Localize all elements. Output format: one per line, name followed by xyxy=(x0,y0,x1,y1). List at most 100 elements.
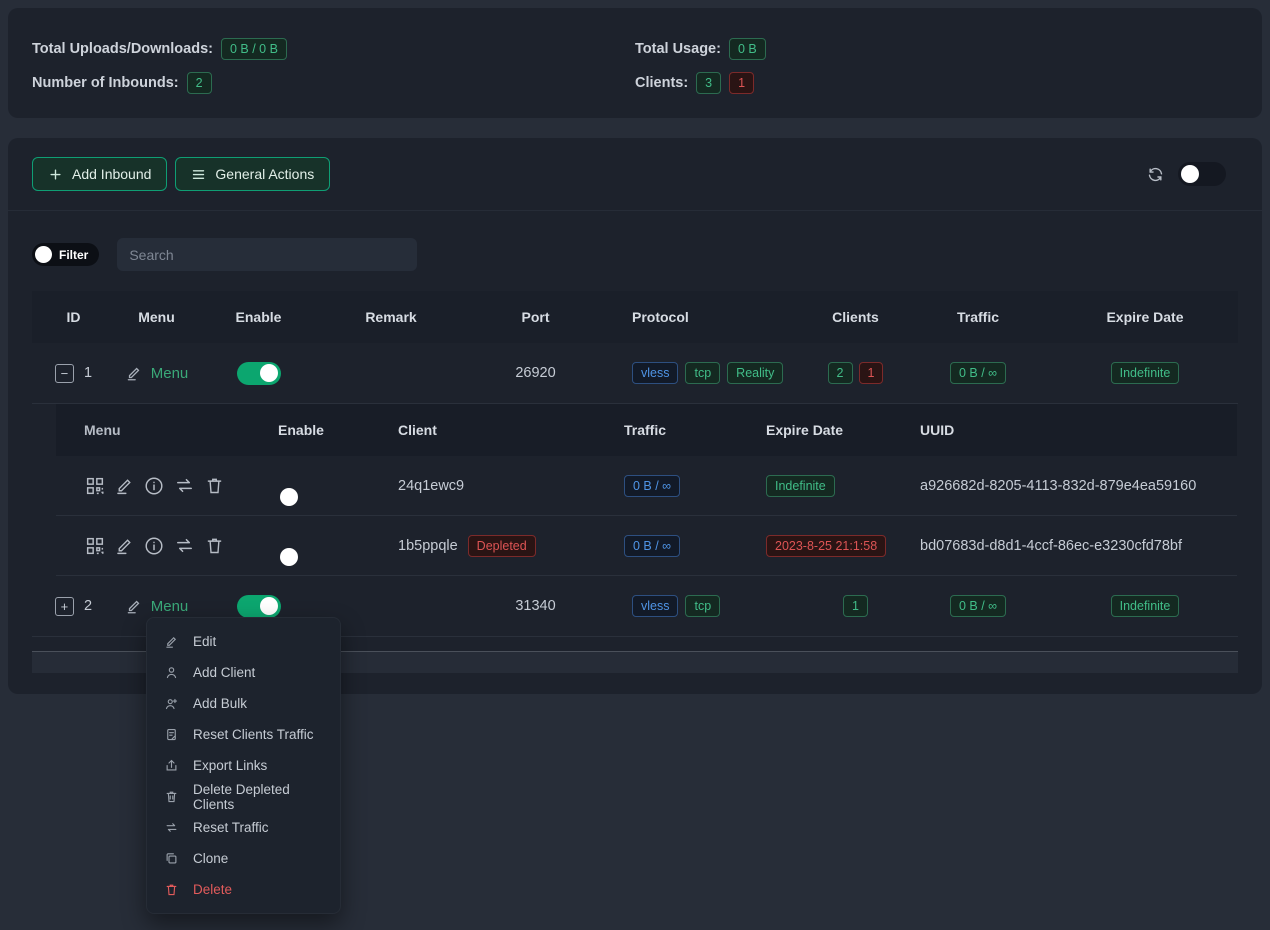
refresh-icon[interactable] xyxy=(1147,166,1164,183)
protocol-badge: vless xyxy=(632,595,678,617)
general-actions-label: General Actions xyxy=(215,166,314,182)
inbound-id: 2 xyxy=(84,598,92,614)
stats-card: Total Uploads/Downloads: 0 B / 0 B Total… xyxy=(8,8,1262,118)
edit-icon[interactable] xyxy=(114,535,135,556)
client-uuid: a926682d-8205-4113-832d-879e4ea59160 xyxy=(916,478,1237,494)
inbound-enable-toggle[interactable] xyxy=(237,362,281,385)
stat-value-badge: 0 B xyxy=(729,38,766,60)
header-enable: Enable xyxy=(236,309,282,325)
qr-code-icon[interactable] xyxy=(84,535,106,557)
stat-label: Total Uploads/Downloads: xyxy=(32,41,213,57)
menu-item-reset-traffic[interactable]: Reset Traffic xyxy=(147,812,340,843)
clone-icon xyxy=(164,851,179,866)
clients-header-row: Menu Enable Client Traffic Expire Date U… xyxy=(56,404,1237,456)
info-icon[interactable] xyxy=(143,535,165,557)
header-port: Port xyxy=(522,309,550,325)
dark-mode-toggle[interactable] xyxy=(1178,162,1226,186)
client-expire-badge: Indefinite xyxy=(766,475,835,497)
header-id: ID xyxy=(67,309,81,325)
clients-depleted-badge: 1 xyxy=(859,362,884,384)
delete-client-icon[interactable] xyxy=(204,535,225,556)
filter-toggle[interactable]: Filter xyxy=(32,243,99,266)
pencil-icon xyxy=(125,364,143,382)
client-row-2: 1b5ppqle Depleted 0 B / ∞ 2023-8-25 21:1… xyxy=(56,516,1237,576)
stat-clients: Clients: 3 1 xyxy=(635,72,1238,94)
stat-label: Total Usage: xyxy=(635,41,721,57)
menu-item-label: Edit xyxy=(193,634,216,649)
toggle-knob xyxy=(280,488,298,506)
table-header-row: ID Menu Enable Remark Port Protocol Clie… xyxy=(32,291,1238,343)
menu-item-clone[interactable]: Clone xyxy=(147,843,340,874)
protocol-badge: tcp xyxy=(685,362,720,384)
client-row-1: 24q1ewc9 0 B / ∞ Indefinite a926682d-820… xyxy=(56,456,1237,516)
menu-item-label: Export Links xyxy=(193,758,267,773)
search-input[interactable] xyxy=(117,238,417,271)
menu-item-delete-depleted-clients[interactable]: Delete Depleted Clients xyxy=(147,781,340,812)
pencil-icon xyxy=(125,597,143,615)
filter-knob xyxy=(35,246,52,263)
client-uuid: bd07683d-d8d1-4ccf-86ec-e3230cfd78bf xyxy=(916,538,1237,554)
menu-item-delete[interactable]: Delete xyxy=(147,874,340,905)
add-inbound-button[interactable]: Add Inbound xyxy=(32,157,167,191)
edit-icon xyxy=(164,634,179,649)
clients-active-badge: 1 xyxy=(843,595,868,617)
client-name: 1b5ppqle xyxy=(398,538,458,554)
stat-total-uploads-downloads: Total Uploads/Downloads: 0 B / 0 B xyxy=(32,38,635,60)
stat-total-usage: Total Usage: 0 B xyxy=(635,38,1238,60)
user-add-icon xyxy=(164,696,179,711)
client-header-traffic: Traffic xyxy=(586,422,746,438)
toggle-knob xyxy=(260,597,278,615)
header-protocol: Protocol xyxy=(608,309,689,325)
user-icon xyxy=(164,665,179,680)
clients-active-badge: 3 xyxy=(696,72,721,94)
protocol-badge: Reality xyxy=(727,362,783,384)
edit-icon[interactable] xyxy=(114,475,135,496)
menu-item-label: Reset Clients Traffic xyxy=(193,727,314,742)
traffic-badge: 0 B / ∞ xyxy=(950,362,1006,384)
inbound-port: 26920 xyxy=(515,365,555,381)
protocol-badge: vless xyxy=(632,362,678,384)
qr-code-icon[interactable] xyxy=(84,475,106,497)
reset-traffic-icon[interactable] xyxy=(173,474,196,497)
menu-item-label: Add Bulk xyxy=(193,696,247,711)
header-clients: Clients xyxy=(832,309,879,325)
toggle-knob xyxy=(280,548,298,566)
page: Total Uploads/Downloads: 0 B / 0 B Total… xyxy=(0,0,1270,930)
general-actions-button[interactable]: General Actions xyxy=(175,157,330,191)
client-header-client: Client xyxy=(356,422,586,438)
menu-item-add-bulk[interactable]: Add Bulk xyxy=(147,688,340,719)
filter-row: Filter xyxy=(8,211,1262,271)
reset-traffic-icon[interactable] xyxy=(173,534,196,557)
stat-value-badge: 2 xyxy=(187,72,212,94)
collapse-row-button[interactable]: − xyxy=(55,364,74,383)
expire-badge: Indefinite xyxy=(1111,595,1180,617)
info-icon[interactable] xyxy=(143,475,165,497)
inbound-enable-toggle[interactable] xyxy=(237,595,281,618)
menu-item-label: Add Client xyxy=(193,665,255,680)
clipboard-reset-icon xyxy=(164,727,179,742)
expand-row-button[interactable]: + xyxy=(55,597,74,616)
menu-item-label: Reset Traffic xyxy=(193,820,269,835)
header-remark: Remark xyxy=(365,309,416,325)
inbound-menu-link[interactable]: Menu xyxy=(125,597,189,615)
protocol-badge: tcp xyxy=(685,595,720,617)
toggle-knob xyxy=(260,364,278,382)
client-header-enable: Enable xyxy=(278,422,324,438)
menu-item-edit[interactable]: Edit xyxy=(147,626,340,657)
menu-item-export-links[interactable]: Export Links xyxy=(147,750,340,781)
menu-item-reset-clients-traffic[interactable]: Reset Clients Traffic xyxy=(147,719,340,750)
client-traffic-badge: 0 B / ∞ xyxy=(624,475,680,497)
delete-client-icon[interactable] xyxy=(204,475,225,496)
menu-item-add-client[interactable]: Add Client xyxy=(147,657,340,688)
clients-depleted-badge: 1 xyxy=(729,72,754,94)
client-expire-badge: 2023-8-25 21:1:58 xyxy=(766,535,886,557)
traffic-badge: 0 B / ∞ xyxy=(950,595,1006,617)
inbound-menu-link[interactable]: Menu xyxy=(125,364,189,382)
menu-item-label: Clone xyxy=(193,851,228,866)
inbound-menu-label: Menu xyxy=(151,365,189,382)
expire-badge: Indefinite xyxy=(1111,362,1180,384)
inbound-port: 31340 xyxy=(515,598,555,614)
stat-number-of-inbounds: Number of Inbounds: 2 xyxy=(32,72,635,94)
inbound-id: 1 xyxy=(84,365,92,381)
inbounds-table: ID Menu Enable Remark Port Protocol Clie… xyxy=(32,291,1238,673)
